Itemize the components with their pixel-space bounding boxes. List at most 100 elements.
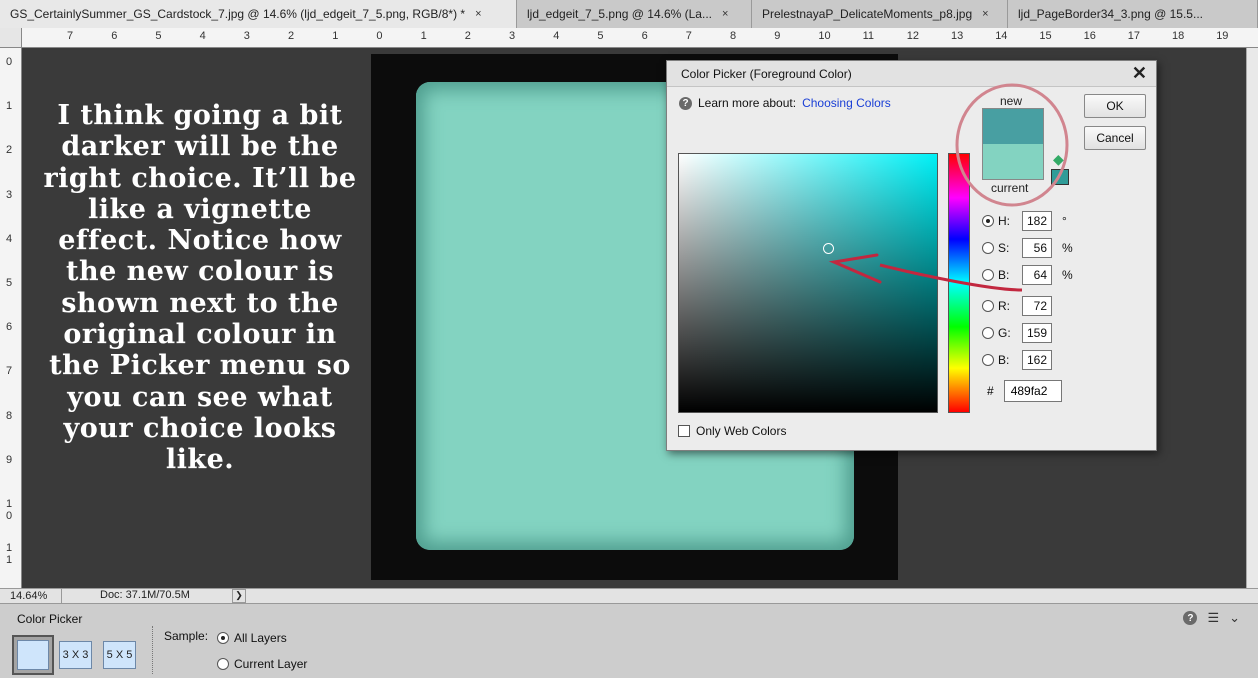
all-layers-radio[interactable] bbox=[217, 632, 229, 644]
hex-input[interactable]: 489fa2 bbox=[1003, 380, 1062, 402]
vertical-ruler: 0 1 2 3 4 5 6 7 8 9 1 0 1 1 bbox=[0, 48, 22, 588]
field-unit: % bbox=[1062, 268, 1073, 282]
field-label: S: bbox=[998, 241, 1010, 255]
tutorial-caption: I think going a bit darker will be the r… bbox=[43, 100, 357, 476]
tab-label: PrelestnayaP_DelicateMoments_p8.jpg bbox=[762, 7, 973, 21]
red-radio[interactable] bbox=[982, 300, 994, 312]
ruler-v-label: 6 bbox=[6, 321, 13, 334]
ruler-h-label: 17 bbox=[1127, 30, 1141, 42]
chevron-down-icon[interactable]: ⌄ bbox=[1229, 610, 1240, 626]
dialog-title: Color Picker (Foreground Color) bbox=[681, 67, 852, 81]
point-sample-button[interactable] bbox=[12, 635, 54, 675]
vertical-scrollbar[interactable] bbox=[1246, 48, 1258, 588]
options-menu-icon[interactable]: ☰ bbox=[1207, 610, 1219, 626]
current-layer-radio[interactable] bbox=[217, 658, 229, 670]
ruler-h-label: 3 bbox=[509, 30, 516, 42]
ruler-v-label: 3 bbox=[6, 188, 13, 201]
field-label: B: bbox=[998, 268, 1010, 282]
status-bar: 14.64% Doc: 37.1M/70.5M ❯ bbox=[0, 588, 1258, 603]
ruler-v-label: 2 bbox=[6, 144, 13, 157]
horizontal-ruler: 7 6 5 4 3 2 1 0 1 2 3 4 5 6 7 8 9 10 11 12 13 14 15 16 17 18 19 bbox=[22, 28, 1258, 48]
close-icon[interactable]: ✕ bbox=[1132, 63, 1147, 84]
red-input[interactable]: 72 bbox=[1022, 296, 1052, 316]
ruler-h-label: 19 bbox=[1216, 30, 1229, 42]
divider bbox=[152, 626, 153, 674]
web-colors-checkbox[interactable] bbox=[678, 425, 690, 437]
tab-cardstock[interactable]: GS_CertainlySummer_GS_Cardstock_7.jpg @ … bbox=[0, 0, 517, 28]
hue-slider[interactable] bbox=[948, 153, 970, 413]
ok-button[interactable]: OK bbox=[1084, 94, 1146, 118]
ruler-h-label: 4 bbox=[199, 30, 206, 42]
ruler-v-label: 7 bbox=[6, 365, 13, 378]
new-color-swatch bbox=[983, 109, 1043, 144]
dialog-titlebar: Color Picker (Foreground Color) ✕ bbox=[667, 61, 1156, 87]
blue-radio[interactable] bbox=[982, 354, 994, 366]
ruler-h-label: 0 bbox=[376, 30, 383, 42]
tab-page-border[interactable]: ljd_PageBorder34_3.png @ 15.5... bbox=[1008, 0, 1258, 28]
tab-label: ljd_PageBorder34_3.png @ 15.5... bbox=[1018, 7, 1203, 21]
brightness-radio[interactable] bbox=[982, 269, 994, 281]
all-layers-label: All Layers bbox=[234, 631, 287, 645]
ruler-h-label: 6 bbox=[111, 30, 118, 42]
blue-input[interactable]: 162 bbox=[1022, 350, 1052, 370]
color-comparison bbox=[982, 108, 1044, 180]
tab-close-icon[interactable]: × bbox=[982, 8, 988, 20]
green-radio[interactable] bbox=[982, 327, 994, 339]
tab-close-icon[interactable]: × bbox=[722, 8, 728, 20]
cancel-button[interactable]: Cancel bbox=[1084, 126, 1146, 150]
saturation-radio[interactable] bbox=[982, 242, 994, 254]
ruler-v-label: 5 bbox=[6, 277, 13, 289]
ruler-h-label: 12 bbox=[906, 30, 920, 42]
ruler-h-label: 18 bbox=[1172, 30, 1185, 42]
help-icon: ? bbox=[679, 96, 692, 110]
tool-options-bar: Color Picker 3 X 3 5 X 5 Sample: All Lay… bbox=[0, 603, 1258, 678]
color-picker-dialog: Color Picker (Foreground Color) ✕ ? Lear… bbox=[666, 60, 1157, 451]
zoom-level[interactable]: 14.64% bbox=[0, 589, 62, 603]
hue-input[interactable]: 182 bbox=[1022, 211, 1052, 231]
ruler-h-label: 5 bbox=[155, 30, 162, 42]
ruler-h-label: 9 bbox=[774, 30, 781, 42]
brightness-input[interactable]: 64 bbox=[1022, 265, 1052, 285]
ruler-v-label: 9 bbox=[6, 453, 13, 466]
status-arrow-icon[interactable]: ❯ bbox=[232, 589, 246, 603]
hue-radio[interactable] bbox=[982, 215, 994, 227]
color-field[interactable] bbox=[678, 153, 938, 413]
green-row: G: 159 bbox=[982, 323, 1052, 343]
only-web-colors[interactable]: Only Web Colors bbox=[678, 424, 786, 438]
current-layer-option[interactable]: Current Layer bbox=[217, 657, 307, 671]
web-safe-swatch[interactable] bbox=[1051, 169, 1069, 185]
ruler-h-label: 11 bbox=[862, 30, 875, 42]
field-label: H: bbox=[998, 214, 1010, 228]
field-unit: % bbox=[1062, 241, 1073, 255]
tab-close-icon[interactable]: × bbox=[475, 8, 481, 20]
sample-3x3-button[interactable]: 3 X 3 bbox=[59, 641, 92, 669]
ruler-v-label: 4 bbox=[6, 232, 13, 245]
tab-delicate-moments[interactable]: PrelestnayaP_DelicateMoments_p8.jpg × bbox=[752, 0, 1008, 28]
ruler-v-label: 8 bbox=[6, 409, 13, 422]
ruler-h-label: 6 bbox=[641, 30, 648, 42]
brightness-row: B: 64 % bbox=[982, 265, 1073, 285]
document-tabs: GS_CertainlySummer_GS_Cardstock_7.jpg @ … bbox=[0, 0, 1258, 28]
sample-label: Sample: bbox=[164, 629, 209, 643]
tab-label: ljd_edgeit_7_5.png @ 14.6% (La... bbox=[527, 7, 712, 21]
current-color-swatch[interactable] bbox=[983, 144, 1043, 179]
cube-icon[interactable]: ◆ bbox=[1053, 151, 1064, 168]
help-icon[interactable]: ? bbox=[1183, 611, 1198, 625]
hash-label: # bbox=[987, 384, 994, 398]
saturation-row: S: 56 % bbox=[982, 238, 1073, 258]
field-label: B: bbox=[998, 353, 1010, 367]
ruler-h-label: 7 bbox=[67, 30, 74, 42]
tab-edgeit[interactable]: ljd_edgeit_7_5.png @ 14.6% (La... × bbox=[517, 0, 752, 28]
choosing-colors-link[interactable]: Choosing Colors bbox=[802, 96, 891, 110]
green-input[interactable]: 159 bbox=[1022, 323, 1052, 343]
saturation-input[interactable]: 56 bbox=[1022, 238, 1052, 258]
ruler-h-label: 1 bbox=[332, 30, 339, 42]
all-layers-option[interactable]: All Layers bbox=[217, 631, 287, 645]
new-label: new bbox=[1000, 94, 1023, 108]
current-label: current bbox=[991, 181, 1029, 195]
ruler-v-label: 1 bbox=[6, 100, 13, 113]
blue-row: B: 162 bbox=[982, 350, 1052, 370]
color-field-marker[interactable] bbox=[823, 243, 834, 254]
sample-5x5-button[interactable]: 5 X 5 bbox=[103, 641, 136, 669]
ruler-h-label: 13 bbox=[951, 30, 964, 42]
